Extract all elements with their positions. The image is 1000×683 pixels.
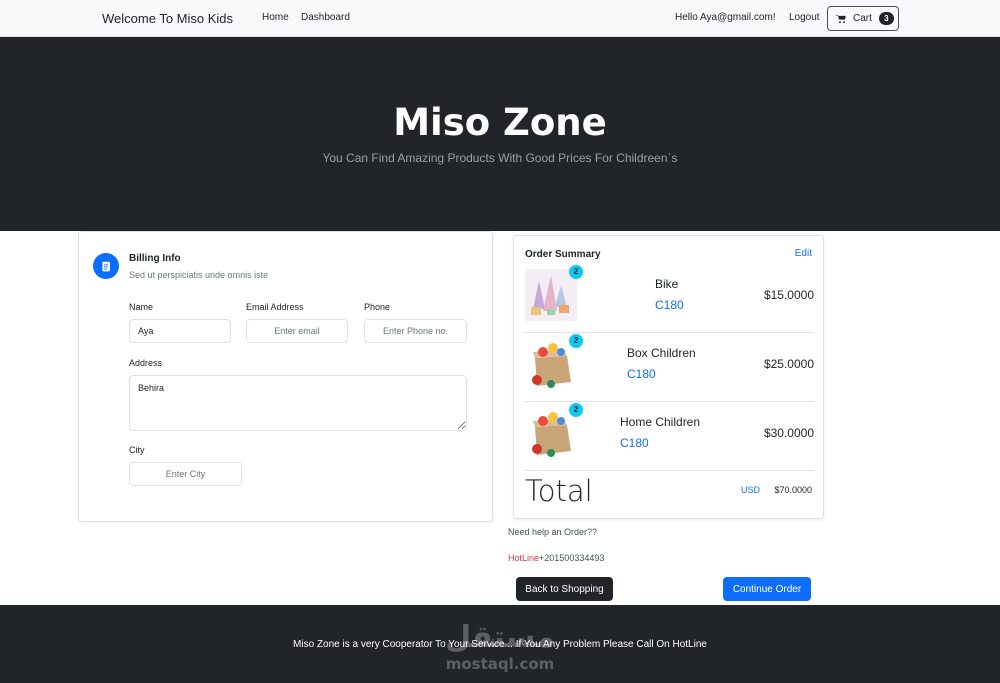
billing-subtitle: Sed ut perspiciatis unde omnis iste [129, 270, 269, 280]
help-text: Need help an Order?? [508, 527, 598, 537]
nav-link-home[interactable]: Home [262, 12, 289, 23]
footer: مستقل mostaql.com Miso Zone is a very Co… [0, 605, 1000, 683]
item-price: $15.0000 [763, 288, 814, 302]
name-input[interactable] [129, 319, 231, 343]
phone-label: Phone [364, 302, 391, 312]
hero-subtitle: You Can Find Amazing Products With Good … [322, 151, 678, 165]
item-name: Box Children [627, 346, 696, 360]
continue-order-button[interactable]: Continue Order [723, 577, 811, 601]
order-summary-title: Order Summary [525, 249, 601, 260]
name-label: Name [129, 302, 154, 312]
cart-icon [836, 14, 846, 23]
total-value: $70.0000 [774, 485, 812, 495]
order-item: 2 Bike C180 $15.0000 [525, 264, 814, 333]
toy-box-image [525, 407, 577, 459]
item-code: C180 [627, 367, 656, 381]
order-item: 2 Box Children C180 $25.0000 [525, 333, 814, 402]
item-name: Home Children [620, 415, 701, 429]
item-quantity-badge: 2 [569, 265, 583, 279]
edit-link[interactable]: Edit [795, 248, 812, 259]
toy-box-image [525, 338, 577, 390]
billing-icon [93, 253, 119, 279]
email-label: Email Address [246, 302, 304, 312]
hotline-label: HotLine [508, 553, 540, 563]
order-item: 2 Home Children C180 $30.0000 [525, 402, 814, 471]
logout-link[interactable]: Logout [789, 12, 820, 23]
cart-label: Cart [853, 13, 872, 24]
item-name: Bike [655, 277, 679, 291]
phone-input[interactable] [364, 319, 467, 343]
cart-count-badge: 3 [878, 12, 894, 25]
hotline-number[interactable]: +201500334493 [539, 553, 604, 563]
item-price: $30.0000 [763, 426, 814, 440]
bike-toy-image [525, 269, 577, 321]
nav-link-dashboard[interactable]: Dashboard [301, 12, 350, 23]
document-icon [101, 261, 110, 271]
city-label: City [129, 445, 145, 455]
navbar-brand[interactable]: Welcome To Miso Kids [102, 11, 233, 26]
user-greeting: Hello Aya@gmail.com! [675, 12, 776, 23]
navbar: Welcome To Miso Kids Home Dashboard Hell… [0, 0, 1000, 37]
item-code: C180 [620, 436, 649, 450]
total-label: Total [525, 474, 593, 508]
watermark-latin: mostaql.com [446, 655, 555, 673]
item-quantity-badge: 2 [569, 334, 583, 348]
hero-title: Miso Zone [393, 101, 607, 144]
cart-button[interactable]: Cart 3 [827, 6, 899, 31]
email-input[interactable] [246, 319, 348, 343]
billing-title: Billing Info [129, 253, 181, 264]
footer-text: Miso Zone is a very Cooperator To Your S… [293, 639, 707, 650]
back-to-shopping-button[interactable]: Back to Shopping [516, 577, 613, 601]
hotline-text: HotLine+201500334493 [508, 553, 604, 563]
currency-label: USD [741, 485, 761, 495]
item-quantity-badge: 2 [569, 403, 583, 417]
billing-info-card: Billing Info Sed ut perspiciatis unde om… [78, 231, 493, 522]
order-summary-card: Order Summary Edit 2 Bike C180 $15.0000 [513, 235, 824, 519]
item-code: C180 [655, 298, 684, 312]
city-input[interactable] [129, 462, 242, 486]
address-label: Address [129, 358, 163, 368]
item-price: $25.0000 [763, 357, 814, 371]
address-textarea[interactable]: Behira [129, 375, 467, 431]
